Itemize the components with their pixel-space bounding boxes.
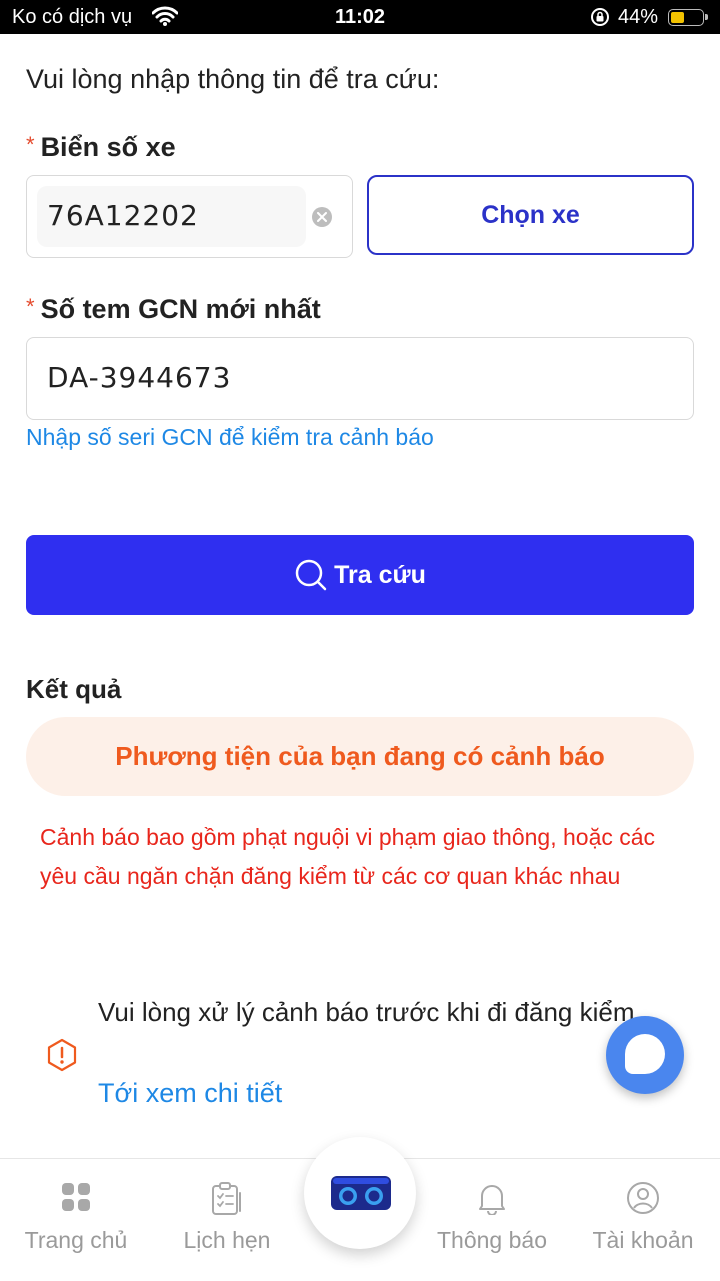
cert-label-text: Số tem GCN mới nhất bbox=[40, 294, 321, 324]
rotation-lock-icon bbox=[590, 7, 610, 33]
search-icon bbox=[294, 558, 328, 592]
center-lookup-button[interactable] bbox=[304, 1137, 416, 1249]
clear-icon[interactable] bbox=[312, 207, 332, 227]
cert-input-value[interactable]: DA-3944673 bbox=[47, 338, 231, 418]
bell-icon bbox=[417, 1181, 567, 1215]
required-mark: * bbox=[26, 132, 35, 157]
cert-hint-link[interactable]: Nhập số seri GCN để kiểm tra cảnh báo bbox=[26, 424, 434, 451]
search-button[interactable]: Tra cứu bbox=[26, 535, 694, 615]
plate-label: * Biển số xe bbox=[26, 132, 176, 163]
plate-input-value[interactable]: 76A12202 bbox=[47, 176, 199, 256]
required-mark: * bbox=[26, 294, 35, 319]
status-bar: Ko có dịch vụ 11:02 44% bbox=[0, 0, 720, 34]
cert-label: * Số tem GCN mới nhất bbox=[26, 294, 321, 325]
nav-label-home: Trang chủ bbox=[24, 1227, 128, 1253]
clipboard-icon bbox=[152, 1181, 302, 1217]
cert-input[interactable]: DA-3944673 bbox=[26, 337, 694, 420]
nav-label-appointments: Lịch hẹn bbox=[183, 1227, 271, 1253]
alert-icon bbox=[46, 1038, 78, 1077]
detail-link[interactable]: Tới xem chi tiết bbox=[98, 1078, 282, 1109]
chat-bubble-icon bbox=[625, 1034, 665, 1074]
result-title: Kết quả bbox=[26, 674, 122, 704]
warning-description: Cảnh báo bao gồm phạt nguội vi phạm giao… bbox=[40, 824, 656, 889]
battery-icon bbox=[668, 9, 708, 26]
plate-input[interactable]: 76A12202 bbox=[26, 175, 353, 258]
plate-label-text: Biển số xe bbox=[40, 132, 176, 162]
battery-percent: 44% bbox=[618, 6, 659, 28]
choose-vehicle-button[interactable]: Chọn xe bbox=[367, 175, 694, 255]
goggles-icon bbox=[330, 1175, 392, 1216]
battery-nub bbox=[705, 14, 708, 20]
warning-banner: Phương tiện của bạn đang có cảnh báo bbox=[26, 717, 694, 796]
search-button-label: Tra cứu bbox=[334, 560, 426, 589]
alert-text: Vui lòng xử lý cảnh báo trước khi đi đăn… bbox=[98, 997, 642, 1027]
battery-fill bbox=[671, 12, 684, 23]
clock: 11:02 bbox=[334, 6, 386, 28]
chat-button[interactable] bbox=[606, 1016, 684, 1094]
grid-icon bbox=[1, 1181, 151, 1213]
nav-label-notifications: Thông báo bbox=[437, 1227, 547, 1253]
nav-label-account: Tài khoản bbox=[592, 1227, 694, 1253]
user-icon bbox=[568, 1181, 718, 1215]
form-prompt: Vui lòng nhập thông tin để tra cứu: bbox=[26, 64, 440, 94]
